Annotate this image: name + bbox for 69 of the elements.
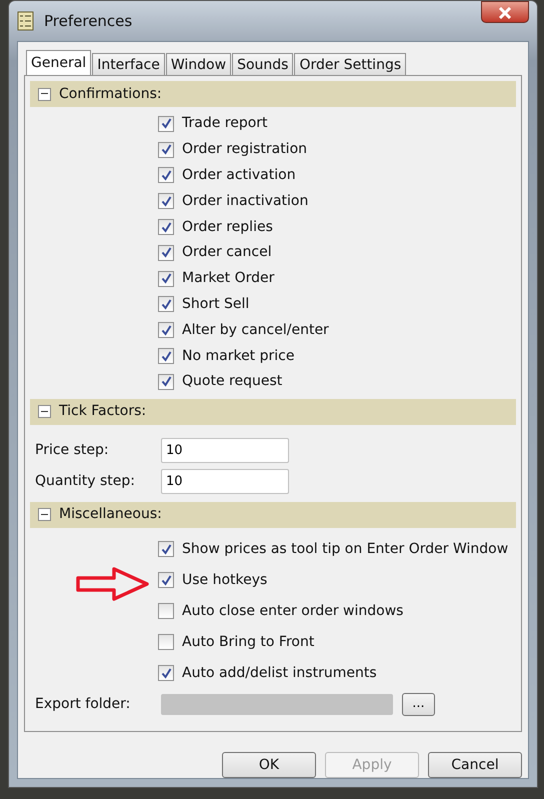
browse-button[interactable]: ... [402,692,435,716]
checkbox-label: Quote request [182,372,282,392]
check-icon [160,298,172,310]
checkbox[interactable] [158,322,174,338]
dialog-button[interactable]: OK [222,752,316,778]
tab[interactable]: Window [166,53,232,75]
checkbox[interactable] [158,193,174,210]
checkbox[interactable] [158,603,174,620]
checkbox-label: Market Order [182,269,274,288]
check-icon [160,350,172,362]
check-icon [160,222,172,233]
checkbox-label: Alter by cancel/enter [182,320,329,340]
checkbox[interactable] [158,374,174,390]
close-button[interactable] [481,1,529,23]
tab[interactable]: Order Settings [294,53,406,75]
field-label: Export folder: [35,694,132,714]
checkbox[interactable] [158,219,174,236]
checkbox[interactable] [158,541,174,558]
collapse-toggle[interactable] [38,88,51,100]
section-title: Tick Factors: [59,402,146,422]
check-icon [160,376,172,388]
check-icon [160,324,172,336]
checkbox-label: Show prices as tool tip on Enter Order Window [182,540,508,559]
checkbox-label: Order inactivation [182,192,308,211]
check-icon [160,668,172,679]
checkbox[interactable] [158,348,174,364]
input-field[interactable]: 10 [161,468,289,494]
checkbox-label: Order replies [182,218,273,237]
check-icon [160,196,172,207]
collapse-toggle[interactable] [38,405,51,418]
check-icon [160,574,172,586]
checkbox-label: Auto Bring to Front [182,632,314,652]
checkbox[interactable] [158,244,174,261]
checkbox[interactable] [158,634,174,650]
tab[interactable]: Sounds [232,53,294,75]
checkbox-label: Auto add/delist instruments [182,664,377,683]
checkbox-label: Auto close enter order windows [182,602,404,621]
checkbox-label: Short Sell [182,294,250,314]
checkbox[interactable] [158,572,174,588]
checkbox[interactable] [158,270,174,287]
check-icon [160,118,172,130]
checkbox[interactable] [158,142,174,158]
checkbox[interactable] [158,116,174,132]
tab[interactable]: Interface [92,53,165,75]
checkbox-label: Order cancel [182,243,272,262]
checkbox-label: Trade report [182,114,268,134]
section-title: Confirmations: [59,84,162,104]
section-title: Miscellaneous: [59,505,162,524]
check-icon [160,273,172,284]
check-icon [160,144,172,156]
field-label: Quantity step: [35,472,136,491]
checkbox-label: Use hotkeys [182,570,268,590]
app-icon [17,11,34,31]
checkbox[interactable] [158,167,174,184]
checkbox[interactable] [158,296,174,312]
collapse-toggle[interactable] [38,508,51,522]
input-field[interactable]: 10 [161,438,289,463]
field-label: Price step: [35,440,110,460]
checkbox-label: Order registration [182,140,308,160]
check-icon [160,544,172,555]
window-title: Preferences [44,10,132,32]
close-icon [498,6,512,19]
tab[interactable]: General [26,50,92,75]
check-icon [160,170,172,181]
check-icon [160,247,172,258]
checkbox-label: No market price [182,346,294,366]
dialog-button[interactable]: Cancel [428,752,522,778]
checkbox[interactable] [158,665,174,682]
checkbox-label: Order activation [182,166,296,185]
